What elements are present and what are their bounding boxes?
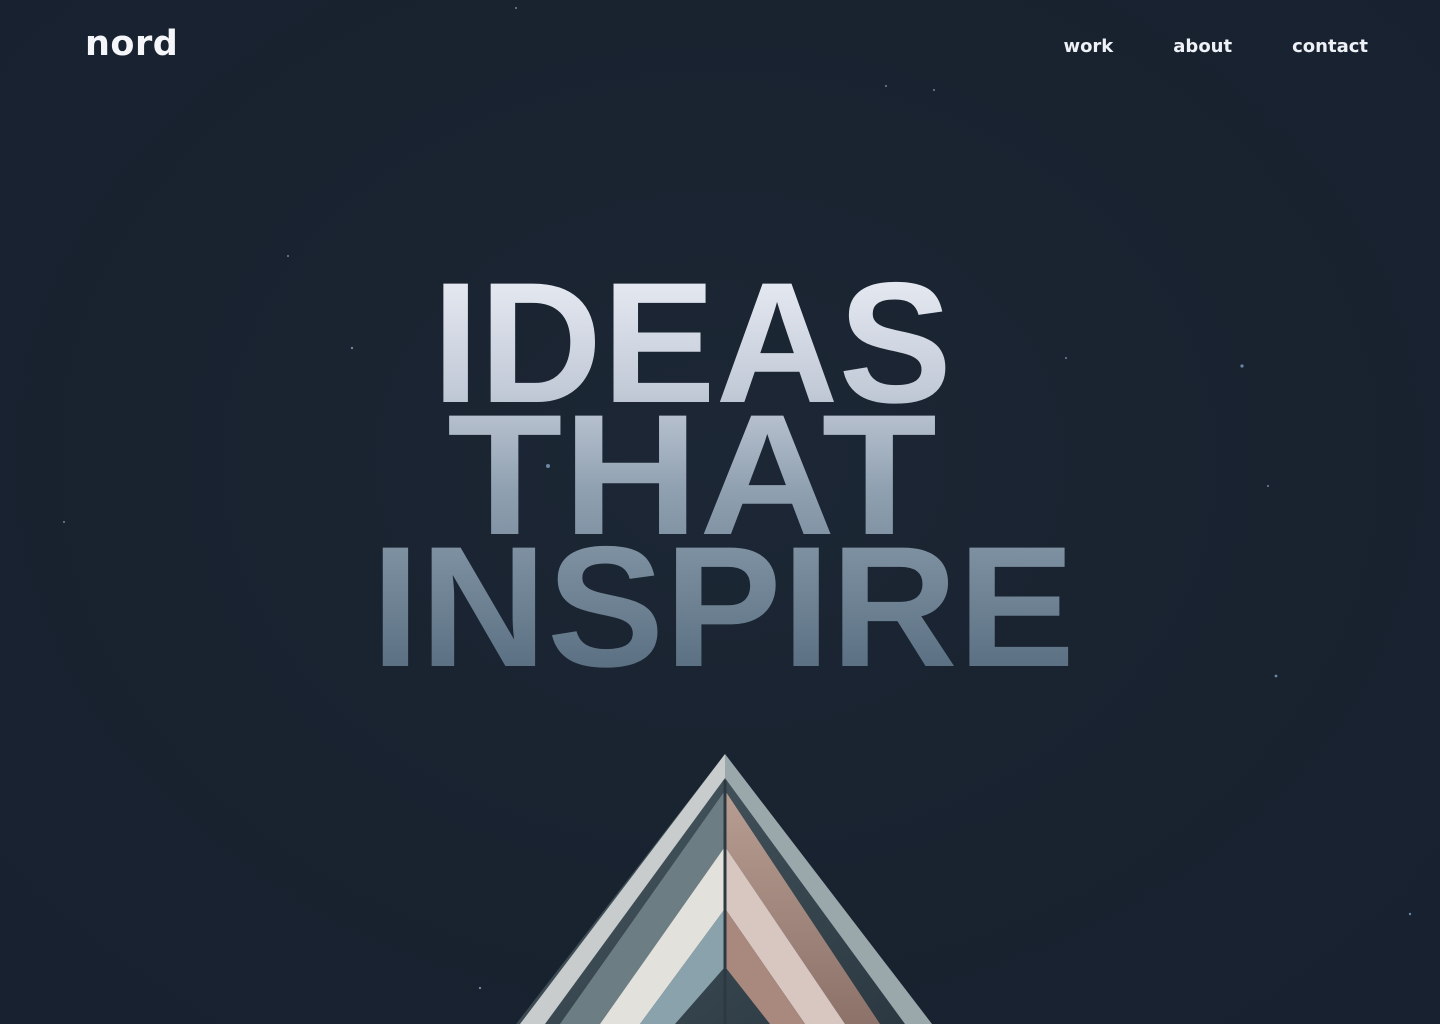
- hero-graphic: IDEAS THAT INSPIRE: [371, 247, 1075, 1024]
- hero-line-inspire: INSPIRE: [371, 511, 1075, 703]
- building-peak-illustration: [516, 754, 932, 1024]
